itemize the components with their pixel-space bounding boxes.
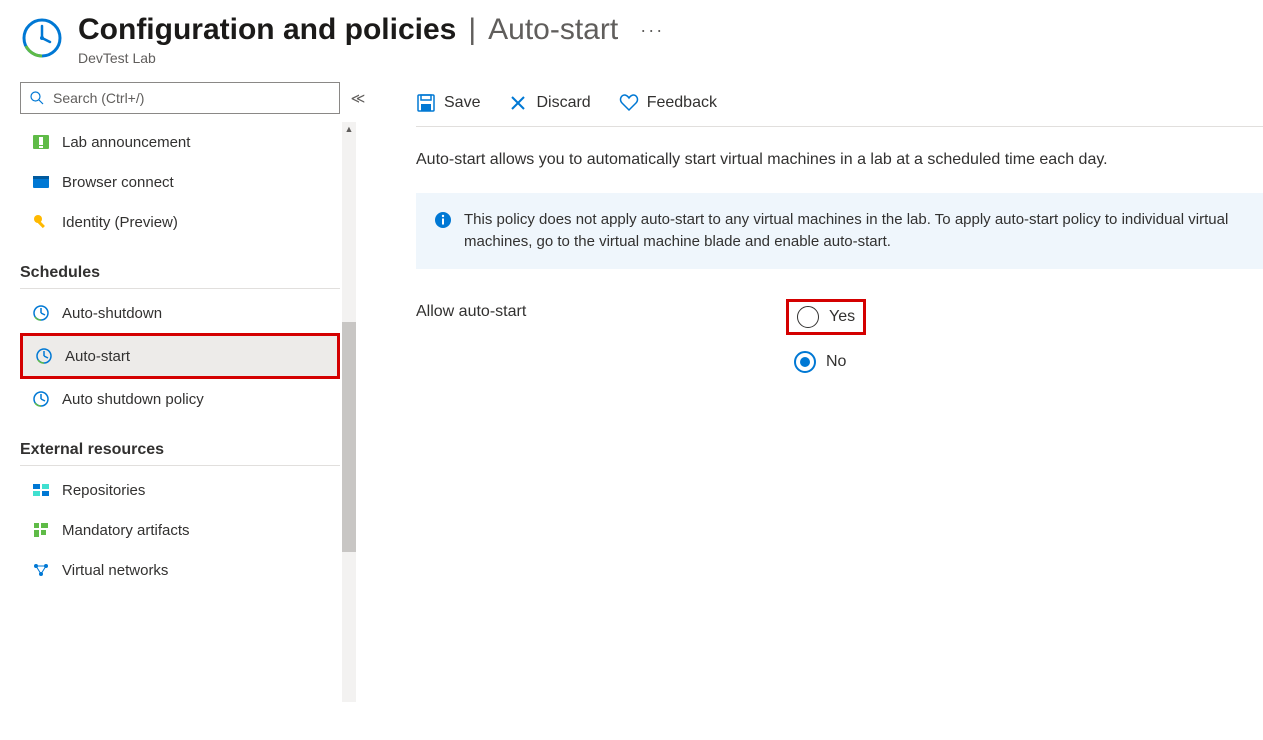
sidebar-item-mandatory-artifacts[interactable]: Mandatory artifacts (20, 510, 340, 550)
scroll-up-icon[interactable]: ▲ (342, 122, 356, 136)
more-actions-button[interactable]: ··· (640, 20, 664, 41)
sidebar-item-label: Repositories (62, 482, 145, 499)
radio-option-yes[interactable]: Yes (789, 302, 863, 332)
section-divider (20, 288, 340, 289)
title-separator: | (468, 13, 476, 47)
sidebar-item-label: Mandatory artifacts (62, 522, 190, 539)
sidebar-item-label: Lab announcement (62, 134, 190, 151)
heart-icon (619, 93, 639, 113)
radio-circle-icon (797, 306, 819, 328)
close-icon (508, 93, 528, 113)
sidebar-item-browser-connect[interactable]: Browser connect (20, 162, 340, 202)
scrollbar[interactable]: ▲ (342, 122, 356, 702)
page-header: Configuration and policies | Auto-start … (0, 0, 1263, 74)
sidebar-item-label: Identity (Preview) (62, 214, 178, 231)
allow-auto-start-radio-group: Yes No (786, 299, 866, 377)
radio-option-no[interactable]: No (786, 347, 866, 377)
feedback-button[interactable]: Feedback (619, 93, 717, 113)
repositories-icon (32, 481, 50, 499)
section-label-schedules: Schedules (20, 264, 340, 282)
description-text: Auto-start allows you to automatically s… (416, 151, 1263, 169)
announcement-icon (32, 133, 50, 151)
clock-icon (32, 304, 50, 322)
discard-label: Discard (536, 94, 590, 112)
save-button[interactable]: Save (416, 93, 480, 113)
info-icon (434, 211, 452, 229)
command-bar: Save Discard Feedback (416, 82, 1263, 124)
radio-dot-icon (800, 357, 810, 367)
sidebar-item-label: Virtual networks (62, 562, 168, 579)
search-input[interactable] (53, 90, 331, 106)
collapse-sidebar-button[interactable]: ≪ (351, 90, 366, 107)
info-text: This policy does not apply auto-start to… (464, 209, 1245, 253)
page-subtitle: Auto-start (488, 12, 618, 48)
save-label: Save (444, 94, 480, 112)
browser-icon (32, 173, 50, 191)
feedback-label: Feedback (647, 94, 717, 112)
sidebar-item-label: Browser connect (62, 174, 174, 191)
radio-label: No (826, 353, 846, 371)
sidebar-item-lab-announcement[interactable]: Lab announcement (20, 122, 340, 162)
section-label-external: External resources (20, 441, 340, 459)
sidebar-item-repositories[interactable]: Repositories (20, 470, 340, 510)
clock-icon (32, 390, 50, 408)
discard-button[interactable]: Discard (508, 93, 590, 113)
clock-resource-icon (20, 16, 64, 60)
key-icon (32, 213, 50, 231)
sidebar-item-auto-shutdown[interactable]: Auto-shutdown (20, 293, 340, 333)
sidebar-item-auto-start[interactable]: Auto-start (23, 336, 337, 376)
sidebar-item-label: Auto shutdown policy (62, 391, 204, 408)
info-banner: This policy does not apply auto-start to… (416, 193, 1263, 269)
search-icon (29, 90, 45, 106)
breadcrumb: DevTest Lab (78, 50, 664, 66)
artifacts-icon (32, 521, 50, 539)
highlight-marker: Yes (786, 299, 866, 335)
toolbar-divider (416, 126, 1263, 127)
save-icon (416, 93, 436, 113)
radio-circle-checked-icon (794, 351, 816, 373)
sidebar-item-auto-shutdown-policy[interactable]: Auto shutdown policy (20, 379, 340, 419)
scrollbar-thumb[interactable] (342, 322, 356, 552)
clock-icon (35, 347, 53, 365)
sidebar-item-label: Auto-shutdown (62, 305, 162, 322)
search-input-container[interactable] (20, 82, 340, 114)
page-title: Configuration and policies (78, 12, 456, 48)
allow-auto-start-label: Allow auto-start (416, 299, 786, 321)
network-icon (32, 561, 50, 579)
sidebar-item-virtual-networks[interactable]: Virtual networks (20, 550, 340, 590)
sidebar-item-identity[interactable]: Identity (Preview) (20, 202, 340, 242)
sidebar-item-label: Auto-start (65, 348, 130, 365)
highlight-marker: Auto-start (20, 333, 340, 379)
radio-label: Yes (829, 308, 855, 326)
section-divider (20, 465, 340, 466)
